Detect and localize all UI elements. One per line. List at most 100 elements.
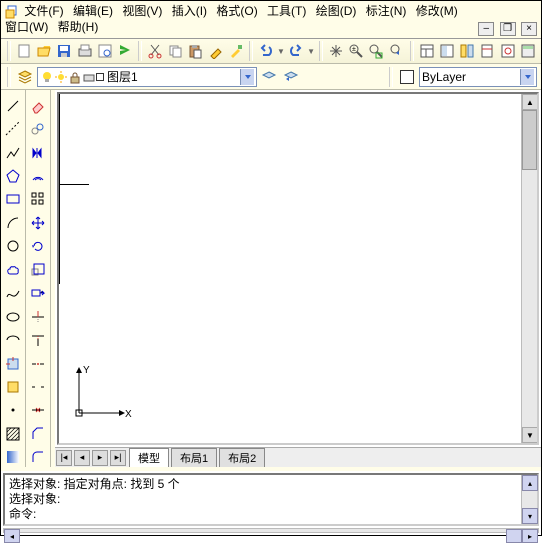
pan-realtime-button[interactable] bbox=[327, 41, 345, 61]
menu-modify[interactable]: 修改(M) bbox=[416, 3, 458, 19]
tab-layout2[interactable]: 布局2 bbox=[219, 448, 265, 467]
cmd-hscroll-left[interactable]: ◂ bbox=[4, 529, 20, 543]
layer-dropdown[interactable] bbox=[240, 69, 254, 85]
ellipse-arc-tool[interactable] bbox=[3, 330, 23, 349]
match-properties-button[interactable] bbox=[207, 41, 225, 61]
menu-tools[interactable]: 工具(T) bbox=[267, 3, 306, 19]
undo-dropdown[interactable]: ▼ bbox=[277, 47, 285, 56]
new-button[interactable] bbox=[15, 41, 33, 61]
chamfer-tool[interactable] bbox=[28, 424, 48, 443]
rotate-tool[interactable] bbox=[28, 237, 48, 256]
polyline-tool[interactable] bbox=[3, 143, 23, 162]
menu-dimension[interactable]: 标注(N) bbox=[366, 3, 407, 19]
cmd-vscroll-up[interactable]: ▴ bbox=[522, 475, 538, 491]
spline-tool[interactable] bbox=[3, 284, 23, 303]
fillet-tool[interactable] bbox=[28, 448, 48, 467]
make-block-tool[interactable] bbox=[3, 377, 23, 396]
block-editor-button[interactable] bbox=[227, 41, 245, 61]
erase-tool[interactable] bbox=[28, 96, 48, 115]
point-tool[interactable] bbox=[3, 401, 23, 420]
stretch-tool[interactable] bbox=[28, 284, 48, 303]
window-minimize-button[interactable]: ‒ bbox=[478, 22, 494, 36]
menu-format[interactable]: 格式(O) bbox=[216, 3, 257, 19]
publish-button[interactable] bbox=[116, 41, 134, 61]
line-tool[interactable] bbox=[3, 96, 23, 115]
layer-previous-button[interactable] bbox=[281, 67, 301, 87]
construction-line-tool[interactable] bbox=[3, 119, 23, 138]
circle-tool[interactable] bbox=[3, 237, 23, 256]
polygon-tool[interactable] bbox=[3, 166, 23, 185]
gradient-tool[interactable] bbox=[3, 448, 23, 467]
layer-manager-button[interactable] bbox=[15, 67, 35, 87]
join-tool[interactable] bbox=[28, 401, 48, 420]
tab-layout1[interactable]: 布局1 bbox=[171, 448, 217, 467]
menu-window[interactable]: 窗口(W) bbox=[5, 19, 48, 35]
cmd-vscroll-down[interactable]: ▾ bbox=[522, 508, 538, 524]
linetype-dropdown[interactable] bbox=[520, 69, 534, 85]
zoom-realtime-button[interactable]: ± bbox=[347, 41, 365, 61]
menu-help[interactable]: 帮助(H) bbox=[58, 19, 99, 35]
extend-tool[interactable] bbox=[28, 330, 48, 349]
ellipse-tool[interactable] bbox=[3, 307, 23, 326]
color-control-button[interactable] bbox=[397, 67, 417, 87]
window-restore-button[interactable]: ❐ bbox=[500, 22, 516, 36]
tab-model[interactable]: 模型 bbox=[129, 448, 169, 467]
menu-insert[interactable]: 插入(I) bbox=[172, 3, 207, 19]
plot-button[interactable] bbox=[75, 41, 93, 61]
zoom-window-button[interactable] bbox=[367, 41, 385, 61]
drawing-canvas[interactable]: Y X ▲ ▼ bbox=[57, 92, 539, 445]
design-center-button[interactable] bbox=[438, 41, 456, 61]
revision-cloud-tool[interactable] bbox=[3, 260, 23, 279]
insert-block-tool[interactable] bbox=[3, 354, 23, 373]
menu-view[interactable]: 视图(V) bbox=[122, 3, 162, 19]
move-tool[interactable] bbox=[28, 213, 48, 232]
markup-button[interactable] bbox=[498, 41, 516, 61]
tab-first[interactable]: |◂ bbox=[56, 450, 72, 466]
menu-draw[interactable]: 绘图(D) bbox=[316, 3, 357, 19]
scale-tool[interactable] bbox=[28, 260, 48, 279]
hatch-tool[interactable] bbox=[3, 424, 23, 443]
rectangle-tool[interactable] bbox=[3, 190, 23, 209]
vscroll-up[interactable]: ▲ bbox=[522, 94, 538, 110]
cut-button[interactable] bbox=[146, 41, 164, 61]
window-close-button[interactable]: × bbox=[521, 22, 537, 36]
paste-button[interactable] bbox=[186, 41, 204, 61]
layer-combo[interactable]: 图层1 bbox=[37, 67, 257, 87]
undo-button[interactable] bbox=[257, 41, 275, 61]
cmd-hscroll[interactable]: ◂ ▸ bbox=[3, 528, 539, 533]
redo-dropdown[interactable]: ▼ bbox=[307, 47, 315, 56]
tool-palettes-button[interactable] bbox=[458, 41, 476, 61]
cmd-hscroll-track[interactable] bbox=[506, 529, 522, 543]
mirror-tool[interactable] bbox=[28, 143, 48, 162]
menu-file[interactable]: 文件(F) bbox=[24, 3, 63, 19]
tab-next[interactable]: ▸ bbox=[92, 450, 108, 466]
open-button[interactable] bbox=[35, 41, 53, 61]
sheet-set-button[interactable] bbox=[478, 41, 496, 61]
tab-last[interactable]: ▸| bbox=[110, 450, 126, 466]
toolbar-standard: ▼ ▼ ± bbox=[1, 39, 541, 64]
zoom-previous-button[interactable] bbox=[388, 41, 406, 61]
save-button[interactable] bbox=[55, 41, 73, 61]
tab-prev[interactable]: ◂ bbox=[74, 450, 90, 466]
plot-preview-button[interactable] bbox=[96, 41, 114, 61]
array-tool[interactable] bbox=[28, 190, 48, 209]
offset-tool[interactable] bbox=[28, 166, 48, 185]
vscroll-thumb[interactable] bbox=[522, 110, 537, 170]
properties-button[interactable] bbox=[418, 41, 436, 61]
quickcalc-button[interactable] bbox=[519, 41, 537, 61]
menu-edit[interactable]: 编辑(E) bbox=[73, 3, 113, 19]
copy-tool[interactable] bbox=[28, 119, 48, 138]
arc-tool[interactable] bbox=[3, 213, 23, 232]
layer-states-button[interactable] bbox=[259, 67, 279, 87]
canvas-vscroll[interactable]: ▲ ▼ bbox=[521, 94, 537, 443]
trim-tool[interactable] bbox=[28, 307, 48, 326]
command-history[interactable]: 选择对象: 指定对角点: 找到 5 个 选择对象: 命令: ▴ ▾ bbox=[3, 473, 539, 526]
copy-button[interactable] bbox=[166, 41, 184, 61]
redo-button[interactable] bbox=[287, 41, 305, 61]
cmd-hscroll-right[interactable]: ▸ bbox=[522, 529, 538, 543]
linetype-combo[interactable]: ByLayer bbox=[419, 67, 537, 87]
vscroll-down[interactable]: ▼ bbox=[522, 427, 538, 443]
break-tool[interactable] bbox=[28, 377, 48, 396]
break-at-point-tool[interactable] bbox=[28, 354, 48, 373]
crosshair-horizontal bbox=[59, 184, 89, 185]
